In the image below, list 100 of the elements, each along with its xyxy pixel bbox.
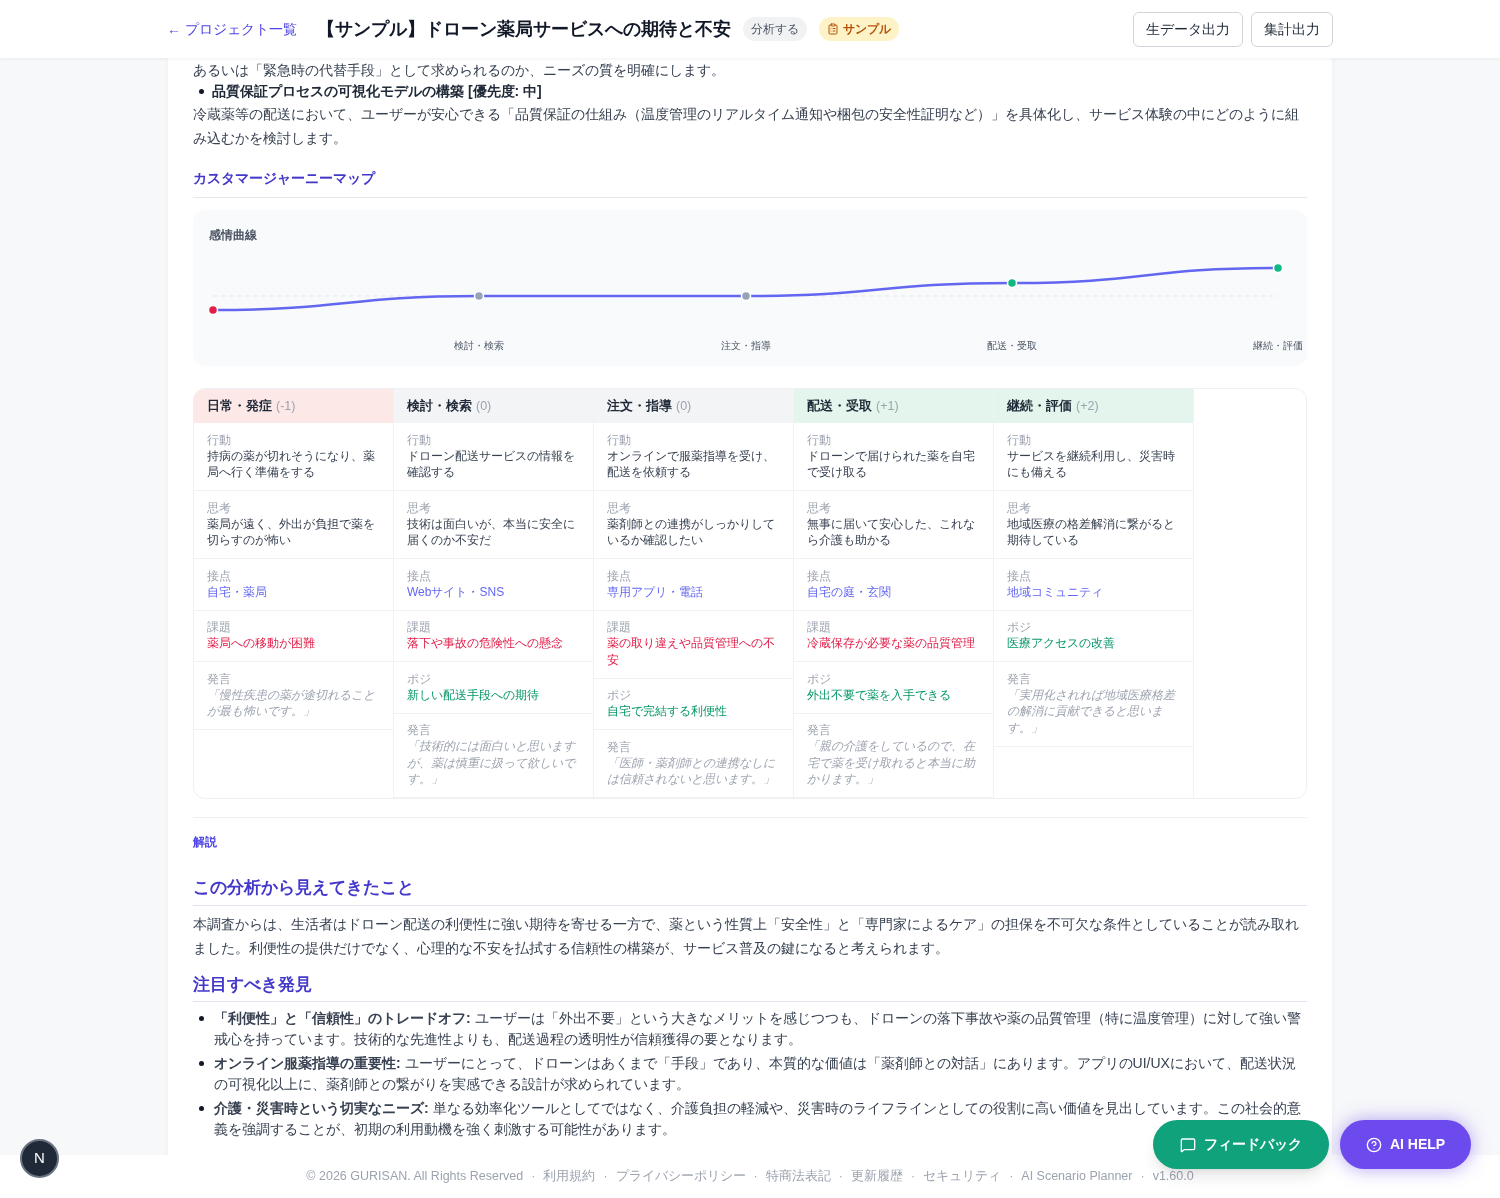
cell-label: 課題 [607,619,632,635]
cell-label: 発言 [1007,670,1032,687]
sample-badge: サンプル [818,17,899,41]
cell-label: 思考 [207,499,232,516]
cell-label: 行動 [807,431,832,448]
cell-label: 発言 [407,722,432,738]
stage-score: (-1) [276,397,296,415]
stage-axis-label: 継続・評価 [1253,339,1303,353]
cell-text: 無事に届いて安心した、これなら介護も助かる [807,515,976,549]
cell-label: 発言 [607,738,632,755]
export-button[interactable]: 集計出力 [1251,11,1333,47]
footer-link[interactable]: AI Scenario Planner [1021,1167,1133,1186]
stage-score: (0) [676,397,692,415]
footer-link[interactable]: 特商法表記 [765,1167,831,1186]
footer-link[interactable]: セキュリティ [923,1167,1002,1186]
separator-dot: · [531,1168,536,1186]
stage-name: 継続・評価 [1007,397,1072,415]
section-heading: 注目すべき発見 [193,973,312,996]
cell-label: ポジ [407,670,432,687]
cell-text: 薬局が遠く、外出が負担で薬を切らすのが怖い [207,515,376,549]
footer-link[interactable]: 更新履歴 [850,1167,903,1186]
separator-dot: · [1009,1168,1014,1186]
cell-text: 技術は面白いが、本当に安全に届くのか不安だ [407,515,576,549]
cell-text: ドローンで届けられた薬を自宅で受け取る [807,447,976,481]
body-text: 本調査からは、生活者はドローン配送の利便性に強い期待を寄せる一方で、薬という性質上「安全性」と「専門家によるケア」の担保を不可欠な条件としていることが読み取れました。利便性の提供だけでなく、心理的な不安を払拭する信頼性の構築が、サービス普及の鍵になると考えられます。 [193,914,1300,958]
chat-icon [1180,1136,1196,1153]
cell-text: 薬の取り違えや品質管理への不安 [607,635,776,668]
separator-dot: · [1140,1168,1145,1186]
bullet-text: オンライン服薬指導の重要性: ユーザーにとって、ドローンはあくまで「手段」であり、本質的な価値は「薬剤師との対話」にあります。アプリのUI/UXにおいて、配送状況の可視化以上に、薬剤師との繋がりを実感できる設計が求められています。 [214,1054,1297,1094]
separator-dot: · [910,1168,916,1186]
cell-label: 思考 [1007,499,1032,516]
feedback-button[interactable]: フィードバック [1153,1120,1329,1169]
cell-text: ドローン配送サービスの情報を確認する [407,447,576,481]
cell-text: 新しい配送手段への期待 [407,686,540,703]
back-link[interactable]: ← プロジェクト一覧 [167,18,297,40]
separator-dot: · [838,1168,843,1186]
help-icon [1365,1136,1382,1153]
export-button[interactable]: 生データ出力 [1133,11,1243,47]
cell-label: 接点 [607,567,632,584]
cell-text: 薬剤師との連携がしっかりしているか確認したい [607,515,776,549]
cell-label: 課題 [407,619,432,635]
cell-label: 思考 [407,499,432,516]
clipboard-icon [826,23,839,35]
cell-text: オンラインで服薬指導を受け、配送を依頼する [607,447,776,481]
copyright-text: © 2026 GURISAN. All Rights Reserved [306,1168,524,1186]
ai-help-button[interactable]: AI HELP [1340,1120,1471,1169]
cell-label: ポジ [607,687,632,703]
cell-label: ポジ [807,670,832,687]
cell-label: ポジ [1007,619,1032,635]
stage-name: 日常・発症 [207,397,272,415]
cell-label: 接点 [207,567,232,584]
cell-text: 「実用化されれば地域医療格差の解消に貢献できると思います。」 [1007,686,1177,736]
commentary-label: 解説 [193,834,217,851]
bullet-text: 品質保証プロセスの可視化モデルの構築 [優先度: 中] [212,82,542,101]
stage-score: (+1) [876,397,899,415]
footer-link[interactable]: プライバシーポリシー [615,1167,746,1186]
cell-label: 行動 [1007,431,1032,448]
body-text: あるいは「緊急時の代替手段」として求められるのか、ニーズの質を明確にします。 [193,61,726,80]
stage-name: 検討・検索 [407,397,472,415]
status-badge: 分析する [742,17,807,41]
section-heading: カスタマージャーニーマップ [193,169,375,188]
cell-text: 自宅で完結する利便性 [607,703,728,720]
cell-text: 外出不要で薬を入手できる [807,686,952,703]
cell-text: 「技術的には面白いと思いますが、薬は慎重に扱って欲しいです。」 [407,738,578,788]
stage-axis-label: 配送・受取 [987,339,1037,353]
stage-score: (+2) [1076,397,1099,415]
separator-dot: · [753,1168,758,1186]
page-title: 【サンプル】ドローン薬局サービスへの期待と不安 [316,17,731,41]
section-heading: この分析から見えてきたこと [193,877,414,899]
cell-label: 発言 [207,670,232,687]
cell-text: 「慢性疾患の薬が途切れることが最も怖いです。」 [207,686,376,720]
cell-label: 思考 [607,499,632,516]
cell-text: 自宅・薬局 [207,583,268,600]
cell-label: 接点 [407,567,432,584]
cell-label: 発言 [807,722,832,738]
chart-title: 感情曲線 [209,227,257,244]
cell-text: 薬局への移動が困難 [207,635,316,652]
cell-label: 課題 [207,619,232,635]
bullet-text: 「利便性」と「信頼性」のトレードオフ: ユーザーは「外出不要」という大きなメリットを感じつつも、ドローンの落下事故や薬の品質管理（特に温度管理）に対して強い警戒心を持っています。技術的な先進性よりも、配送過程の透明性が信頼獲得の要となります。 [214,1009,1302,1049]
bullet-icon [199,1106,204,1111]
footer-link[interactable]: 利用規約 [543,1167,596,1186]
cell-text: 医療アクセスの改善 [1007,635,1116,652]
cell-text: Webサイト・SNS [407,583,506,600]
separator-dot: · [603,1168,608,1186]
stage-axis-label: 注文・指導 [721,339,771,353]
bullet-icon [199,1016,204,1021]
cell-label: 思考 [807,499,832,516]
bullet-icon [199,89,204,94]
cell-label: 接点 [1007,567,1032,584]
stage-name: 注文・指導 [607,397,672,415]
version-text: v1.60.0 [1152,1168,1194,1186]
body-text: 冷蔵薬等の配送において、ユーザーが安心できる「品質保証の仕組み（温度管理のリアルタイム通知や梱包の安全性証明など）」を具体化し、サービス体験の中にどのように組み込むかを検討します。 [193,105,1300,148]
stage-axis-label: 検討・検索 [454,339,504,353]
cell-text: 専用アプリ・電話 [607,583,704,600]
cell-text: 落下や事故の危険性への懸念 [407,635,564,652]
cell-text: 持病の薬が切れそうになり、薬局へ行く準備をする [207,447,376,481]
cell-text: 冷蔵保存が必要な薬の品質管理 [807,635,976,652]
cell-label: 行動 [407,431,432,448]
stage-score: (0) [476,397,492,415]
cell-text: 自宅の庭・玄関 [807,583,892,600]
